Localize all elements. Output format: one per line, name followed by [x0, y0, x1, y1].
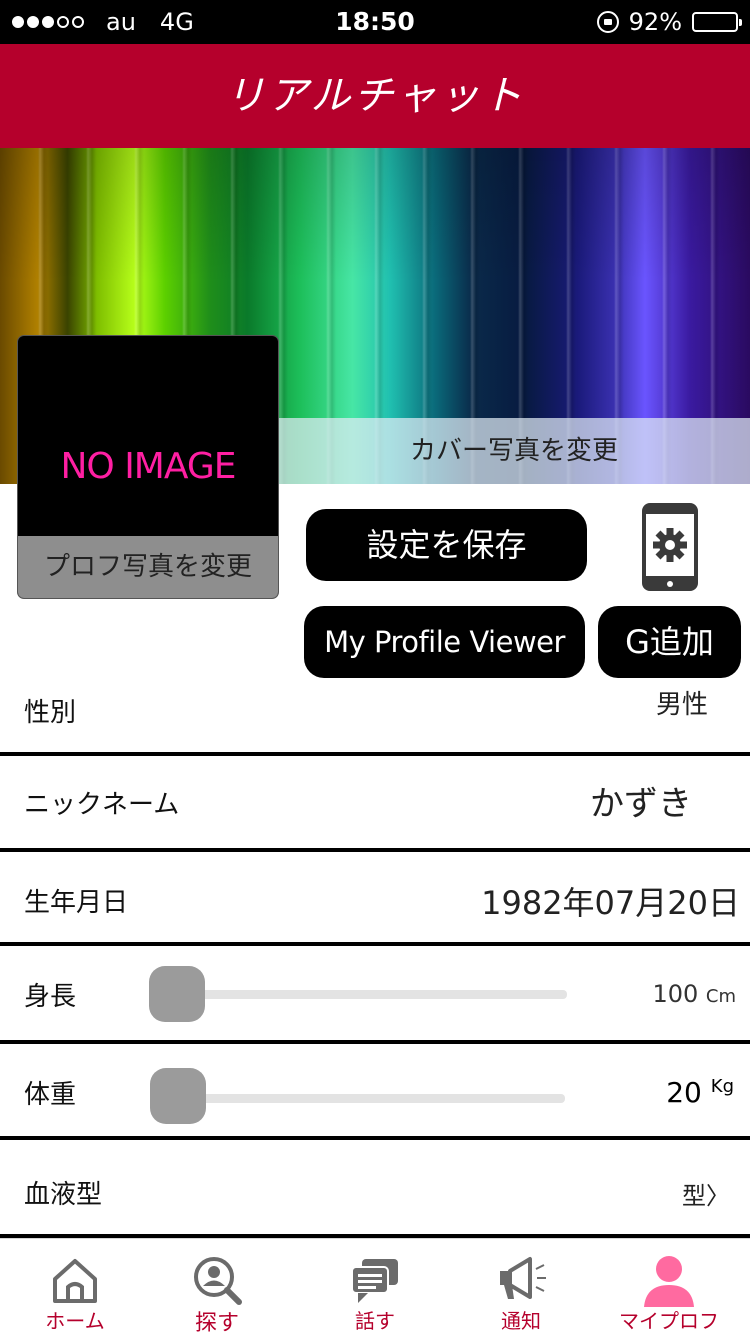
- weight-slider-track[interactable]: [176, 1094, 565, 1103]
- my-profile-viewer-button[interactable]: My Profile Viewer: [304, 606, 585, 678]
- birthday-label: 生年月日: [24, 888, 129, 918]
- birthday-value[interactable]: 1982年07月20日: [481, 878, 740, 924]
- height-slider-knob[interactable]: [149, 966, 205, 1022]
- blood-type-label: 血液型: [24, 1180, 103, 1210]
- group-add-button[interactable]: G追加: [598, 606, 741, 678]
- no-image-placeholder: NO IMAGE: [60, 446, 236, 487]
- battery-icon: [692, 12, 742, 32]
- chat-icon: [351, 1259, 398, 1303]
- tab-label: ホーム: [45, 1309, 105, 1333]
- tab-search[interactable]: 探す: [142, 1239, 292, 1336]
- gender-value: 男性: [655, 690, 708, 720]
- height-number: 100: [652, 980, 699, 1008]
- home-icon: [53, 1259, 97, 1303]
- weight-row: 体重 20 Kg: [0, 1044, 750, 1136]
- tab-talk[interactable]: 話す: [300, 1239, 450, 1335]
- tab-label: 探す: [194, 1311, 239, 1336]
- change-cover-photo-button[interactable]: カバー写真を変更: [278, 418, 750, 484]
- nickname-row[interactable]: ニックネーム かずき: [0, 756, 750, 848]
- gender-row[interactable]: 性別 男性: [0, 680, 750, 752]
- tab-home[interactable]: ホーム: [0, 1239, 150, 1335]
- weight-label: 体重: [24, 1080, 77, 1110]
- search-user-icon: [194, 1257, 242, 1305]
- tab-bar: ホーム 探す 話す 通知 マイプロフ: [0, 1238, 750, 1336]
- save-settings-button[interactable]: 設定を保存: [306, 509, 587, 581]
- blood-type-row[interactable]: 血液型 型〉: [0, 1140, 750, 1234]
- height-value: 100 Cm: [652, 980, 736, 1008]
- height-row: 身長 100 Cm: [0, 946, 750, 1040]
- change-profile-photo-button[interactable]: プロフ写真を変更: [18, 536, 278, 598]
- rotation-lock-icon: [596, 11, 619, 33]
- app-title: リアルチャット: [0, 44, 750, 148]
- tab-notifications[interactable]: 通知: [446, 1239, 596, 1335]
- birthday-row[interactable]: 生年月日 1982年07月20日: [0, 852, 750, 942]
- nickname-label: ニックネーム: [24, 790, 180, 820]
- weight-value: 20 Kg: [666, 1076, 734, 1109]
- megaphone-icon: [500, 1257, 546, 1299]
- profile-photo[interactable]: NO IMAGE プロフ写真を変更: [18, 336, 278, 598]
- battery-percent: 92%: [628, 8, 682, 36]
- device-settings-icon[interactable]: [640, 502, 700, 592]
- height-slider-track[interactable]: [176, 990, 567, 999]
- blood-type-text: 型: [682, 1182, 706, 1210]
- chevron-right-icon: 〉: [706, 1182, 730, 1210]
- blood-type-value[interactable]: 型〉: [682, 1176, 730, 1211]
- tab-label: 通知: [501, 1309, 541, 1333]
- tab-label: マイプロフ: [619, 1309, 719, 1333]
- weight-unit: Kg: [710, 1076, 734, 1097]
- height-unit: Cm: [705, 986, 736, 1007]
- profile-icon: [644, 1256, 694, 1307]
- tab-label: 話す: [355, 1309, 395, 1333]
- height-label: 身長: [24, 982, 77, 1012]
- weight-slider-knob[interactable]: [150, 1068, 206, 1124]
- status-bar: au 4G 18:50 92%: [0, 0, 750, 44]
- gender-label: 性別: [24, 698, 77, 728]
- nickname-value[interactable]: かずき: [590, 776, 692, 825]
- tab-my-profile[interactable]: マイプロフ: [594, 1239, 744, 1335]
- weight-number: 20: [666, 1076, 702, 1109]
